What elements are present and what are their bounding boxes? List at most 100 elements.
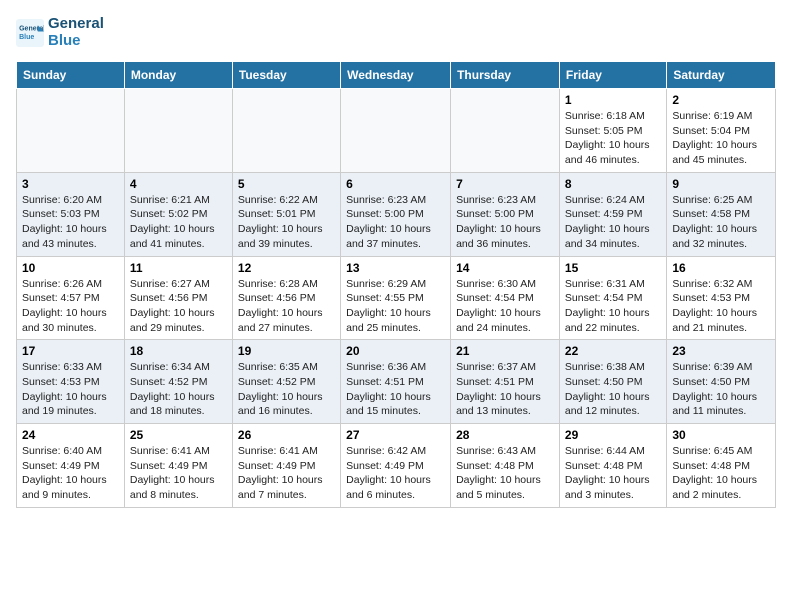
calendar-cell: 12Sunrise: 6:28 AM Sunset: 4:56 PM Dayli… [232, 256, 340, 340]
day-number: 23 [672, 344, 770, 358]
calendar-cell: 11Sunrise: 6:27 AM Sunset: 4:56 PM Dayli… [124, 256, 232, 340]
day-number: 13 [346, 261, 445, 275]
day-info: Sunrise: 6:40 AM Sunset: 4:49 PM Dayligh… [22, 444, 119, 503]
calendar-cell: 23 Sunrise: 6:39 AM Sunset: 4:50 PM Dayli… [667, 340, 776, 424]
day-info: Sunrise: 6:24 AM Sunset: 4:59 PM Dayligh… [565, 193, 661, 252]
calendar-cell: 29 Sunrise: 6:44 AM Sunset: 4:48 PM Dayli… [559, 424, 666, 508]
day-number: 16 [672, 261, 770, 275]
calendar-cell: 26 Sunrise: 6:41 AM Sunset: 4:49 PM Dayli… [232, 424, 340, 508]
calendar-cell: 27 Sunrise: 6:42 AM Sunset: 4:49 PM Dayli… [341, 424, 451, 508]
calendar-table: SundayMondayTuesdayWednesdayThursdayFrid… [16, 61, 776, 508]
calendar-cell: 20 Sunrise: 6:36 AM Sunset: 4:51 PM Dayli… [341, 340, 451, 424]
day-number: 18 [130, 344, 227, 358]
day-number: 5 [238, 177, 335, 191]
day-info: Sunrise: 6:35 AM Sunset: 4:52 PM Dayligh… [238, 360, 335, 419]
day-number: 8 [565, 177, 661, 191]
weekday-header-friday: Friday [559, 62, 666, 89]
day-info: Sunrise: 6:32 AM Sunset: 4:53 PM Dayligh… [672, 277, 770, 336]
day-info: Sunrise: 6:31 AM Sunset: 4:54 PM Dayligh… [565, 277, 661, 336]
day-number: 11 [130, 261, 227, 275]
calendar-cell: 1 Sunrise: 6:18 AM Sunset: 5:05 PM Daylig… [559, 89, 666, 173]
day-info: Sunrise: 6:36 AM Sunset: 4:51 PM Dayligh… [346, 360, 445, 419]
calendar-cell: 6 Sunrise: 6:23 AM Sunset: 5:00 PM Daylig… [341, 172, 451, 256]
weekday-header-monday: Monday [124, 62, 232, 89]
day-info: Sunrise: 6:23 AM Sunset: 5:00 PM Dayligh… [456, 193, 554, 252]
calendar-cell [124, 89, 232, 173]
day-number: 26 [238, 428, 335, 442]
calendar-cell: 8 Sunrise: 6:24 AM Sunset: 4:59 PM Daylig… [559, 172, 666, 256]
day-info: Sunrise: 6:42 AM Sunset: 4:49 PM Dayligh… [346, 444, 445, 503]
day-info: Sunrise: 6:41 AM Sunset: 4:49 PM Dayligh… [130, 444, 227, 503]
day-info: Sunrise: 6:39 AM Sunset: 4:50 PM Dayligh… [672, 360, 770, 419]
day-number: 14 [456, 261, 554, 275]
calendar-cell: 10 Sunrise: 6:26 AM Sunset: 4:57 PM Dayli… [17, 256, 125, 340]
day-number: 21 [456, 344, 554, 358]
calendar-cell: 14 Sunrise: 6:30 AM Sunset: 4:54 PM Dayli… [451, 256, 560, 340]
calendar-cell: 18 Sunrise: 6:34 AM Sunset: 4:52 PM Dayli… [124, 340, 232, 424]
day-info: Sunrise: 6:41 AM Sunset: 4:49 PM Dayligh… [238, 444, 335, 503]
day-number: 17 [22, 344, 119, 358]
calendar-cell: 30 Sunrise: 6:45 AM Sunset: 4:48 PM Dayli… [667, 424, 776, 508]
weekday-header-tuesday: Tuesday [232, 62, 340, 89]
calendar-cell: 4 Sunrise: 6:21 AM Sunset: 5:02 PM Daylig… [124, 172, 232, 256]
day-number: 22 [565, 344, 661, 358]
day-info: Sunrise: 6:34 AM Sunset: 4:52 PM Dayligh… [130, 360, 227, 419]
day-number: 9 [672, 177, 770, 191]
day-info: Sunrise: 6:21 AM Sunset: 5:02 PM Dayligh… [130, 193, 227, 252]
day-number: 27 [346, 428, 445, 442]
logo: General Blue General Blue [16, 16, 104, 49]
day-number: 20 [346, 344, 445, 358]
day-number: 4 [130, 177, 227, 191]
day-info: Sunrise: 6:29 AM Sunset: 4:55 PM Dayligh… [346, 277, 445, 336]
calendar-cell: 7 Sunrise: 6:23 AM Sunset: 5:00 PM Daylig… [451, 172, 560, 256]
day-info: Sunrise: 6:23 AM Sunset: 5:00 PM Dayligh… [346, 193, 445, 252]
day-info: Sunrise: 6:20 AM Sunset: 5:03 PM Dayligh… [22, 193, 119, 252]
calendar-cell: 17 Sunrise: 6:33 AM Sunset: 4:53 PM Dayli… [17, 340, 125, 424]
logo-icon: General Blue [16, 19, 44, 47]
calendar-cell: 19 Sunrise: 6:35 AM Sunset: 4:52 PM Dayli… [232, 340, 340, 424]
day-info: Sunrise: 6:38 AM Sunset: 4:50 PM Dayligh… [565, 360, 661, 419]
calendar-cell [341, 89, 451, 173]
day-info: Sunrise: 6:19 AM Sunset: 5:04 PM Dayligh… [672, 109, 770, 168]
calendar-cell: 25 Sunrise: 6:41 AM Sunset: 4:49 PM Dayli… [124, 424, 232, 508]
day-number: 19 [238, 344, 335, 358]
day-number: 2 [672, 93, 770, 107]
calendar-cell: 22 Sunrise: 6:38 AM Sunset: 4:50 PM Dayli… [559, 340, 666, 424]
day-number: 7 [456, 177, 554, 191]
day-number: 30 [672, 428, 770, 442]
day-number: 29 [565, 428, 661, 442]
day-number: 6 [346, 177, 445, 191]
day-info: Sunrise: 6:30 AM Sunset: 4:54 PM Dayligh… [456, 277, 554, 336]
day-info: Sunrise: 6:44 AM Sunset: 4:48 PM Dayligh… [565, 444, 661, 503]
calendar-cell: 5 Sunrise: 6:22 AM Sunset: 5:01 PM Daylig… [232, 172, 340, 256]
day-number: 15 [565, 261, 661, 275]
logo-text: General Blue [48, 16, 104, 49]
day-info: Sunrise: 6:43 AM Sunset: 4:48 PM Dayligh… [456, 444, 554, 503]
day-number: 25 [130, 428, 227, 442]
calendar-cell: 16 Sunrise: 6:32 AM Sunset: 4:53 PM Dayli… [667, 256, 776, 340]
day-info: Sunrise: 6:25 AM Sunset: 4:58 PM Dayligh… [672, 193, 770, 252]
calendar-cell [17, 89, 125, 173]
day-info: Sunrise: 6:45 AM Sunset: 4:48 PM Dayligh… [672, 444, 770, 503]
calendar-cell: 15 Sunrise: 6:31 AM Sunset: 4:54 PM Dayli… [559, 256, 666, 340]
day-info: Sunrise: 6:37 AM Sunset: 4:51 PM Dayligh… [456, 360, 554, 419]
day-info: Sunrise: 6:26 AM Sunset: 4:57 PM Dayligh… [22, 277, 119, 336]
day-info: Sunrise: 6:22 AM Sunset: 5:01 PM Dayligh… [238, 193, 335, 252]
calendar-cell: 24 Sunrise: 6:40 AM Sunset: 4:49 PM Dayli… [17, 424, 125, 508]
day-number: 28 [456, 428, 554, 442]
day-number: 10 [22, 261, 119, 275]
weekday-header-saturday: Saturday [667, 62, 776, 89]
calendar-cell [451, 89, 560, 173]
day-number: 24 [22, 428, 119, 442]
day-info: Sunrise: 6:18 AM Sunset: 5:05 PM Dayligh… [565, 109, 661, 168]
svg-text:Blue: Blue [19, 34, 34, 41]
day-info: Sunrise: 6:33 AM Sunset: 4:53 PM Dayligh… [22, 360, 119, 419]
calendar-cell: 9 Sunrise: 6:25 AM Sunset: 4:58 PM Daylig… [667, 172, 776, 256]
weekday-header-sunday: Sunday [17, 62, 125, 89]
day-number: 1 [565, 93, 661, 107]
calendar-cell: 21 Sunrise: 6:37 AM Sunset: 4:51 PM Dayli… [451, 340, 560, 424]
weekday-header-thursday: Thursday [451, 62, 560, 89]
day-number: 12 [238, 261, 335, 275]
calendar-cell: 3 Sunrise: 6:20 AM Sunset: 5:03 PM Daylig… [17, 172, 125, 256]
day-number: 3 [22, 177, 119, 191]
